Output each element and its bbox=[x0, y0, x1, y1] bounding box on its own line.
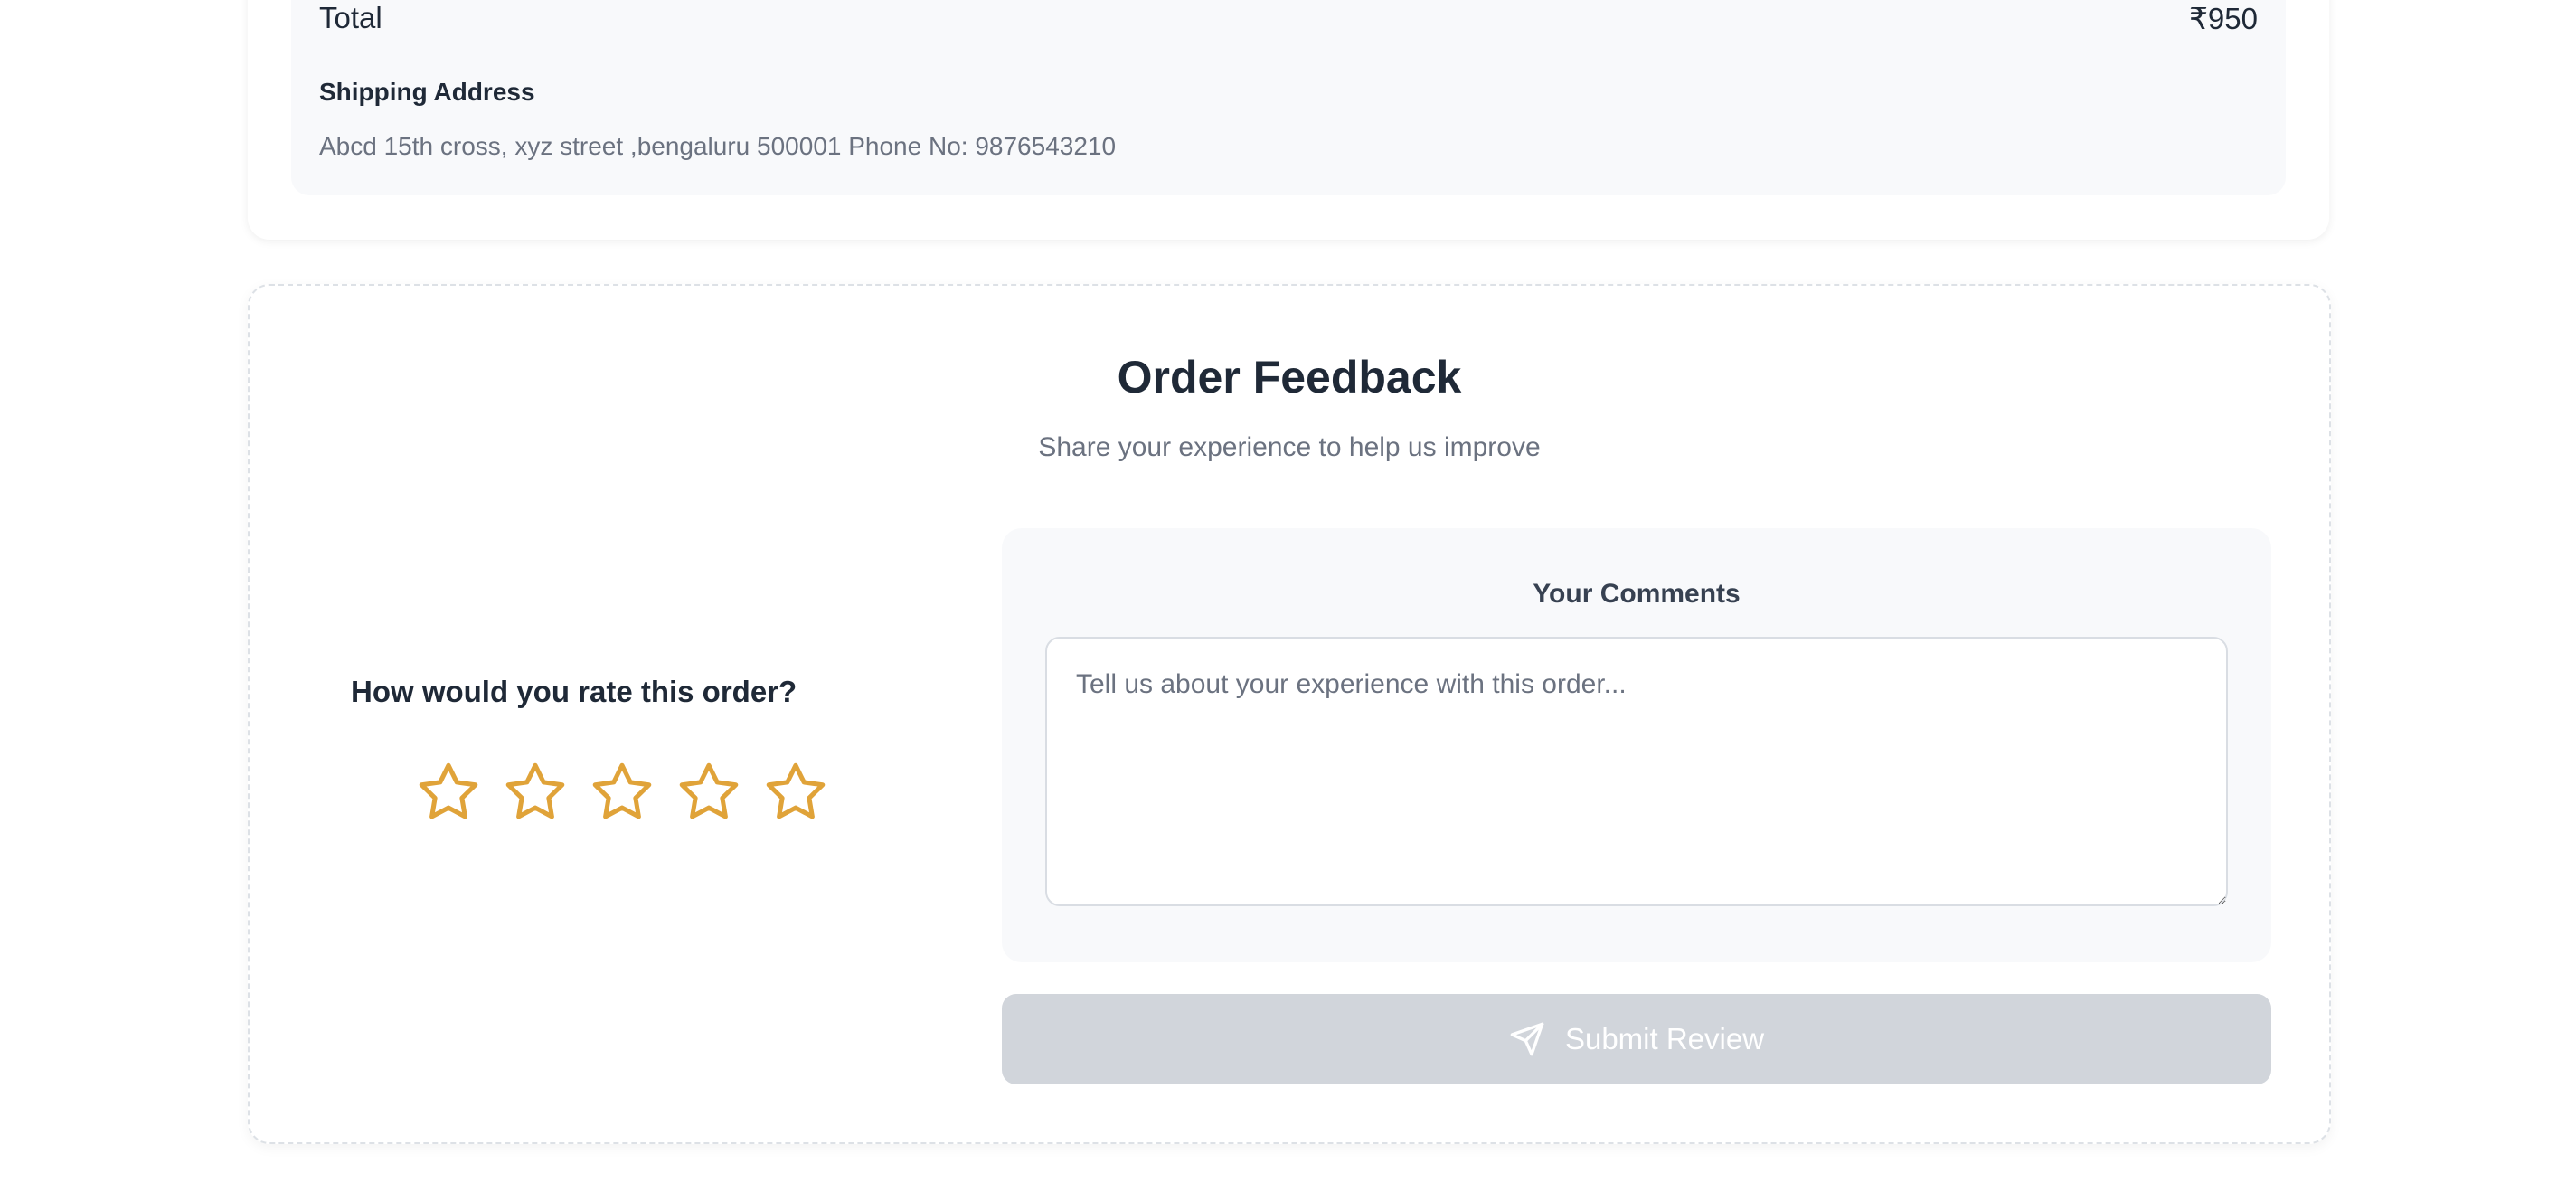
rating-question: How would you rate this order? bbox=[351, 675, 797, 708]
order-feedback-card: Order Feedback Share your experience to … bbox=[248, 284, 2331, 1144]
total-value: ₹950 bbox=[2188, 1, 2258, 35]
star-rating bbox=[414, 758, 830, 827]
submit-review-label: Submit Review bbox=[1564, 1022, 1765, 1055]
total-row: Total ₹950 bbox=[319, 0, 2258, 36]
shipping-address-heading: Shipping Address bbox=[319, 78, 535, 106]
send-icon bbox=[1509, 1021, 1545, 1057]
submit-review-button[interactable]: Submit Review bbox=[1002, 994, 2271, 1084]
star-outline-icon[interactable] bbox=[501, 758, 570, 827]
comments-panel: Your Comments bbox=[1002, 528, 2271, 962]
order-summary-panel: Total ₹950 Shipping Address Abcd 15th cr… bbox=[291, 0, 2286, 195]
order-summary-card: Total ₹950 Shipping Address Abcd 15th cr… bbox=[248, 0, 2329, 240]
comments-label: Your Comments bbox=[1533, 579, 1741, 609]
feedback-title: Order Feedback bbox=[1117, 352, 1462, 402]
star-outline-icon[interactable] bbox=[761, 758, 830, 827]
feedback-subtitle: Share your experience to help us improve bbox=[1038, 432, 1541, 462]
star-outline-icon[interactable] bbox=[675, 758, 743, 827]
star-outline-icon[interactable] bbox=[588, 758, 656, 827]
comments-textarea[interactable] bbox=[1045, 637, 2228, 906]
total-label: Total bbox=[319, 1, 382, 34]
star-outline-icon[interactable] bbox=[414, 758, 483, 827]
shipping-address-text: Abcd 15th cross, xyz street ,bengaluru 5… bbox=[319, 132, 1117, 160]
